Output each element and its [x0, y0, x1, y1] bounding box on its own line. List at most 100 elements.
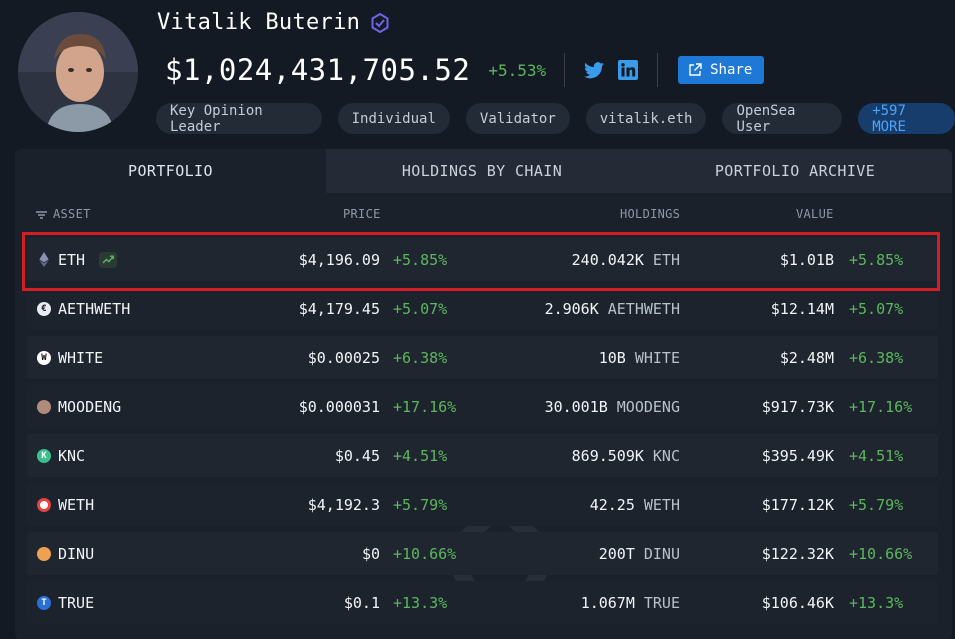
divider — [564, 53, 566, 87]
asset-symbol[interactable]: TRUE — [58, 581, 94, 624]
asset-holdings-amount: 240.042K — [571, 250, 644, 269]
tags-more-button[interactable]: +597 MORE — [858, 103, 955, 135]
profile-name-row: Vitalik Buterin — [157, 10, 390, 35]
linkedin-icon[interactable] — [617, 59, 639, 81]
asset-price-change: +5.85% — [393, 250, 448, 269]
table-row[interactable]: W WHITE $0.00025 +6.38% 10B WHITE $2.48M +6.38% — [27, 336, 938, 379]
verified-badge-icon — [370, 12, 390, 33]
asset-symbol-text: TRUE — [58, 593, 95, 612]
aethweth-icon: € — [36, 287, 52, 330]
table-row[interactable]: T TRUE $0.1 +13.3% 1.067M TRUE $106.46K +13.3% — [27, 581, 938, 624]
share-button-label: Share — [710, 62, 753, 78]
asset-price: $0.000031 — [298, 397, 380, 416]
portfolio-value-row: $1,024,431,705.52 +5.53% Share — [165, 50, 765, 90]
tab-portfolio-archive[interactable]: PORTFOLIO ARCHIVE — [638, 149, 952, 193]
tag-key-opinion-leader[interactable]: Key Opinion Leader — [156, 103, 322, 135]
asset-symbol[interactable]: MOODENG — [58, 385, 121, 428]
table-row[interactable]: WETH $4,192.3 +5.79% 42.25 WETH $177.12K +5.79… — [27, 483, 938, 526]
asset-price-change: +5.79% — [393, 495, 448, 514]
table-header: ASSET PRICE HOLDINGS VALUE — [15, 203, 952, 225]
price-column-header[interactable]: PRICE — [343, 207, 381, 221]
panel-tabs: PORTFOLIO HOLDINGS BY CHAIN PORTFOLIO AR… — [15, 149, 952, 193]
asset-price: $4,196.09 — [298, 250, 380, 269]
tag-validator[interactable]: Validator — [465, 103, 570, 134]
tab-portfolio[interactable]: PORTFOLIO — [15, 149, 326, 193]
asset-value-change: +5.07% — [849, 299, 904, 318]
asset-symbol-text: ETH — [58, 250, 86, 269]
table-row[interactable]: K KNC $0.45 +4.51% 869.509K KNC $395.49K +4.51% — [27, 434, 938, 477]
asset-price-change: +4.51% — [393, 446, 448, 465]
table-row[interactable]: ETH $4,196.09 +5.85% 240.042K ETH $1.01B +5.85… — [27, 238, 938, 281]
asset-holdings: 30.001B MOODENG — [545, 385, 680, 428]
white-icon: W — [36, 336, 52, 379]
table-row[interactable]: MOODENG $0.000031 +17.16% 30.001B MOODENG $91… — [27, 385, 938, 428]
asset-holdings: 1.067M TRUE — [581, 581, 680, 624]
tab-holdings-by-chain[interactable]: HOLDINGS BY CHAIN — [326, 149, 638, 193]
asset-symbol-text: WHITE — [58, 348, 104, 367]
filter-icon — [36, 210, 47, 219]
asset-value: $12.14M — [770, 299, 834, 318]
asset-symbol-text: AETHWETH — [58, 299, 131, 318]
asset-holdings-amount: 869.509K — [571, 446, 644, 465]
asset-symbol[interactable]: KNC — [58, 434, 85, 477]
asset-holdings-amount: 42.25 — [589, 495, 635, 514]
asset-value-change: +10.66% — [849, 544, 913, 563]
asset-symbol[interactable]: WHITE — [58, 336, 103, 379]
asset-value: $395.49K — [761, 446, 834, 465]
asset-holdings-amount: 2.906K — [544, 299, 599, 318]
asset-symbol[interactable]: WETH — [58, 483, 94, 526]
asset-value: $106.46K — [761, 593, 834, 612]
asset-holdings-unit: TRUE — [643, 593, 680, 612]
asset-holdings-amount: 10B — [598, 348, 626, 367]
asset-value-change: +4.51% — [849, 446, 904, 465]
asset-holdings: 42.25 WETH — [590, 483, 680, 526]
moodeng-icon — [36, 385, 52, 428]
asset-price-change: +10.66% — [393, 544, 457, 563]
divider — [657, 53, 659, 87]
tag-opensea-user[interactable]: OpenSea User — [722, 103, 843, 135]
asset-holdings-unit: ETH — [652, 250, 680, 269]
asset-price-change: +6.38% — [393, 348, 448, 367]
asset-value: $122.32K — [761, 544, 834, 563]
external-link-icon — [689, 63, 702, 76]
asset-table: ETH $4,196.09 +5.85% 240.042K ETH $1.01B +5.85… — [27, 238, 938, 630]
asset-value-change: +5.85% — [849, 250, 904, 269]
asset-symbol-text: KNC — [58, 446, 86, 465]
tag-ens-name[interactable]: vitalik.eth — [585, 103, 707, 134]
asset-value-change: +13.3% — [849, 593, 904, 612]
asset-price: $0.1 — [343, 593, 380, 612]
asset-value-change: +6.38% — [849, 348, 904, 367]
asset-price: $4,179.45 — [298, 299, 380, 318]
asset-holdings-amount: 1.067M — [580, 593, 635, 612]
asset-holdings-unit: DINU — [643, 544, 680, 563]
trending-icon[interactable] — [99, 251, 118, 268]
asset-holdings-unit: WHITE — [634, 348, 680, 367]
asset-holdings: 240.042K ETH — [572, 238, 680, 281]
tag-individual[interactable]: Individual — [337, 103, 450, 134]
value-column-header[interactable]: VALUE — [796, 207, 834, 221]
asset-symbol-text: DINU — [58, 544, 95, 563]
portfolio-panel: PORTFOLIO HOLDINGS BY CHAIN PORTFOLIO AR… — [15, 149, 952, 639]
twitter-icon[interactable] — [583, 59, 605, 81]
table-row[interactable]: € AETHWETH $4,179.45 +5.07% 2.906K AETHWETH $1… — [27, 287, 938, 330]
asset-value-change: +5.79% — [849, 495, 904, 514]
asset-symbol-text: MOODENG — [58, 397, 122, 416]
asset-symbol[interactable]: AETHWETH — [58, 287, 130, 330]
asset-price: $0 — [361, 544, 380, 563]
eth-icon — [36, 238, 52, 281]
asset-value: $917.73K — [761, 397, 834, 416]
true-icon: T — [36, 581, 52, 624]
dinu-icon — [36, 532, 52, 575]
holdings-column-header[interactable]: HOLDINGS — [620, 207, 680, 221]
knc-icon: K — [36, 434, 52, 477]
asset-column-header[interactable]: ASSET — [36, 207, 91, 221]
asset-price-change: +13.3% — [393, 593, 448, 612]
asset-price: $0.00025 — [307, 348, 380, 367]
share-button[interactable]: Share — [678, 56, 765, 84]
asset-symbol[interactable]: DINU — [58, 532, 94, 575]
asset-holdings-unit: WETH — [643, 495, 680, 514]
asset-symbol[interactable]: ETH — [58, 238, 118, 281]
asset-holdings-amount: 200T — [598, 544, 635, 563]
table-row[interactable]: DINU $0 +10.66% 200T DINU $122.32K +10.66% — [27, 532, 938, 575]
asset-value: $177.12K — [761, 495, 834, 514]
